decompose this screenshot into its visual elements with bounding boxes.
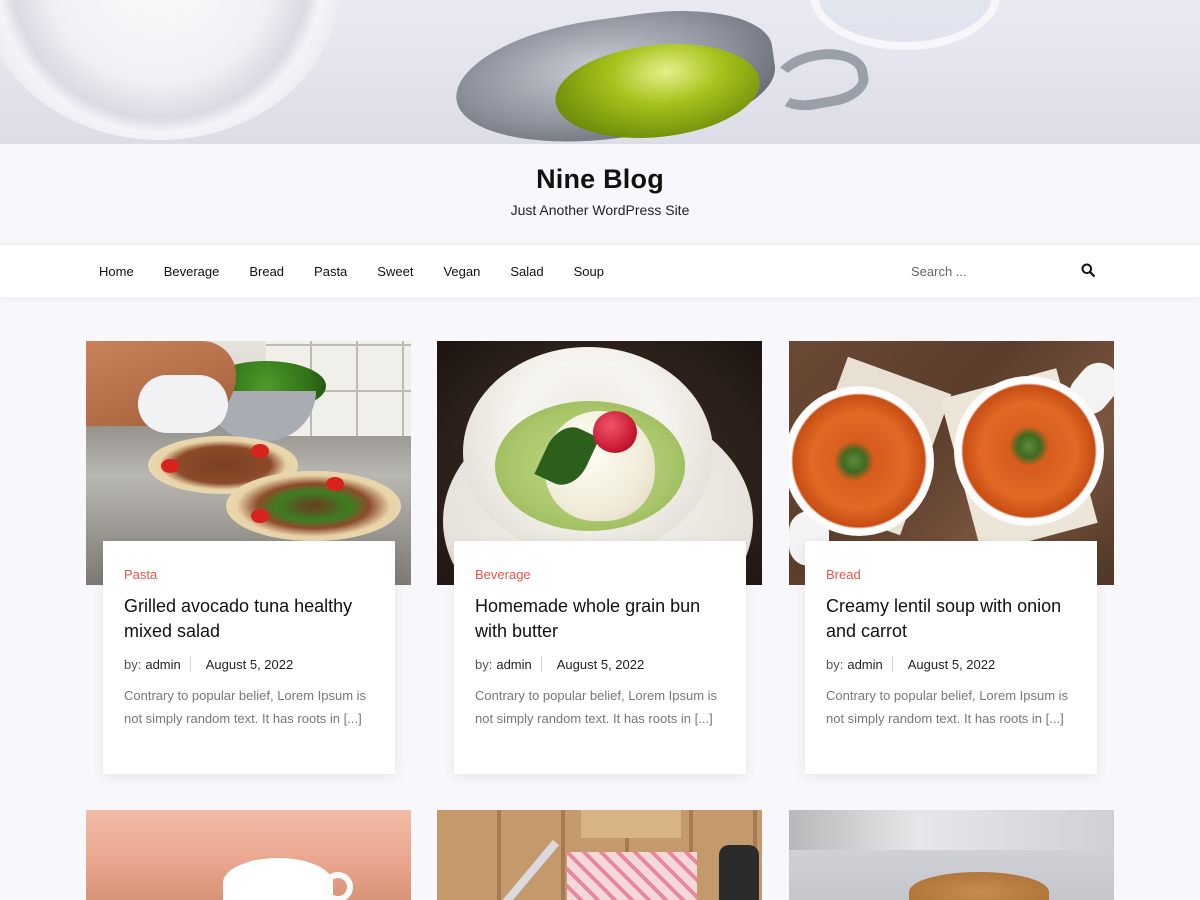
nav-item-soup[interactable]: Soup [574,264,604,279]
post-thumbnail[interactable] [86,810,411,900]
raspberry-shape [593,411,637,453]
post-author[interactable]: admin [847,657,882,672]
author-prefix: by: [124,656,142,672]
tomato-shape [251,444,269,458]
post-meta: by: admin August 5, 2022 [475,656,725,672]
post-category[interactable]: Beverage [475,567,725,582]
post-meta: by: admin August 5, 2022 [826,656,1076,672]
background-shape [789,810,1114,850]
post-date[interactable]: August 5, 2022 [206,657,293,672]
site-title[interactable]: Nine Blog [0,164,1200,195]
post-category[interactable]: Bread [826,567,1076,582]
post-card: Beverage Homemade whole grain bun with b… [454,541,746,774]
post-meta: by: admin August 5, 2022 [124,656,374,672]
post-category[interactable]: Pasta [124,567,374,582]
post-thumbnail[interactable] [437,810,762,900]
sprout-shape [834,441,874,481]
post-title[interactable]: Grilled avocado tuna healthy mixed salad [124,594,374,644]
nav-item-home[interactable]: Home [99,264,134,279]
post-date[interactable]: August 5, 2022 [557,657,644,672]
header-image [0,0,1200,144]
post-excerpt: Contrary to popular belief, Lorem Ipsum … [826,688,1069,726]
site-branding: Nine Blog Just Another WordPress Site [0,144,1200,244]
nav-item-beverage[interactable]: Beverage [164,264,220,279]
post-thumbnail[interactable] [789,810,1114,900]
search-icon [1081,263,1095,277]
post-excerpt: Contrary to popular belief, Lorem Ipsum … [475,688,718,726]
mug-handle-shape [323,872,353,900]
nav-item-pasta[interactable]: Pasta [314,264,347,279]
post-card: Bread Creamy lentil soup with onion and … [805,541,1097,774]
post-date[interactable]: August 5, 2022 [908,657,995,672]
plate-shape [226,471,401,541]
post-title[interactable]: Homemade whole grain bun with butter [475,594,725,644]
nav-item-salad[interactable]: Salad [510,264,543,279]
napkin-shape [567,852,697,900]
plate-shape [0,0,340,140]
post-excerpt: Contrary to popular belief, Lorem Ipsum … [124,688,367,726]
post-author[interactable]: admin [145,657,180,672]
glass-shape [810,0,1000,50]
nav-item-sweet[interactable]: Sweet [377,264,413,279]
tomato-shape [251,509,269,523]
glove-shape [138,375,228,433]
nav-menu: Home Beverage Bread Pasta Sweet Vegan Sa… [99,245,634,298]
post-title[interactable]: Creamy lentil soup with onion and carrot [826,594,1076,644]
main-navigation: Home Beverage Bread Pasta Sweet Vegan Sa… [0,244,1200,297]
author-prefix: by: [475,656,493,672]
gravy-boat-handle-shape [767,42,873,116]
tray-shape [581,810,681,838]
search-input[interactable] [898,253,1073,289]
search-form [898,253,1108,289]
post-card: Pasta Grilled avocado tuna healthy mixed… [103,541,395,774]
meta-divider [891,656,893,672]
cake-shape [909,872,1049,900]
post-author[interactable]: admin [496,657,531,672]
meta-divider [189,656,191,672]
nav-item-bread[interactable]: Bread [249,264,284,279]
site-tagline: Just Another WordPress Site [510,202,690,218]
tomato-shape [161,459,179,473]
mug-shape [223,858,333,900]
meta-divider [540,656,542,672]
tomato-shape [326,477,344,491]
author-prefix: by: [826,656,844,672]
search-button[interactable] [1078,261,1098,281]
bottle-shape [719,845,759,900]
nav-item-vegan[interactable]: Vegan [443,264,480,279]
sprout-shape [1009,426,1049,466]
